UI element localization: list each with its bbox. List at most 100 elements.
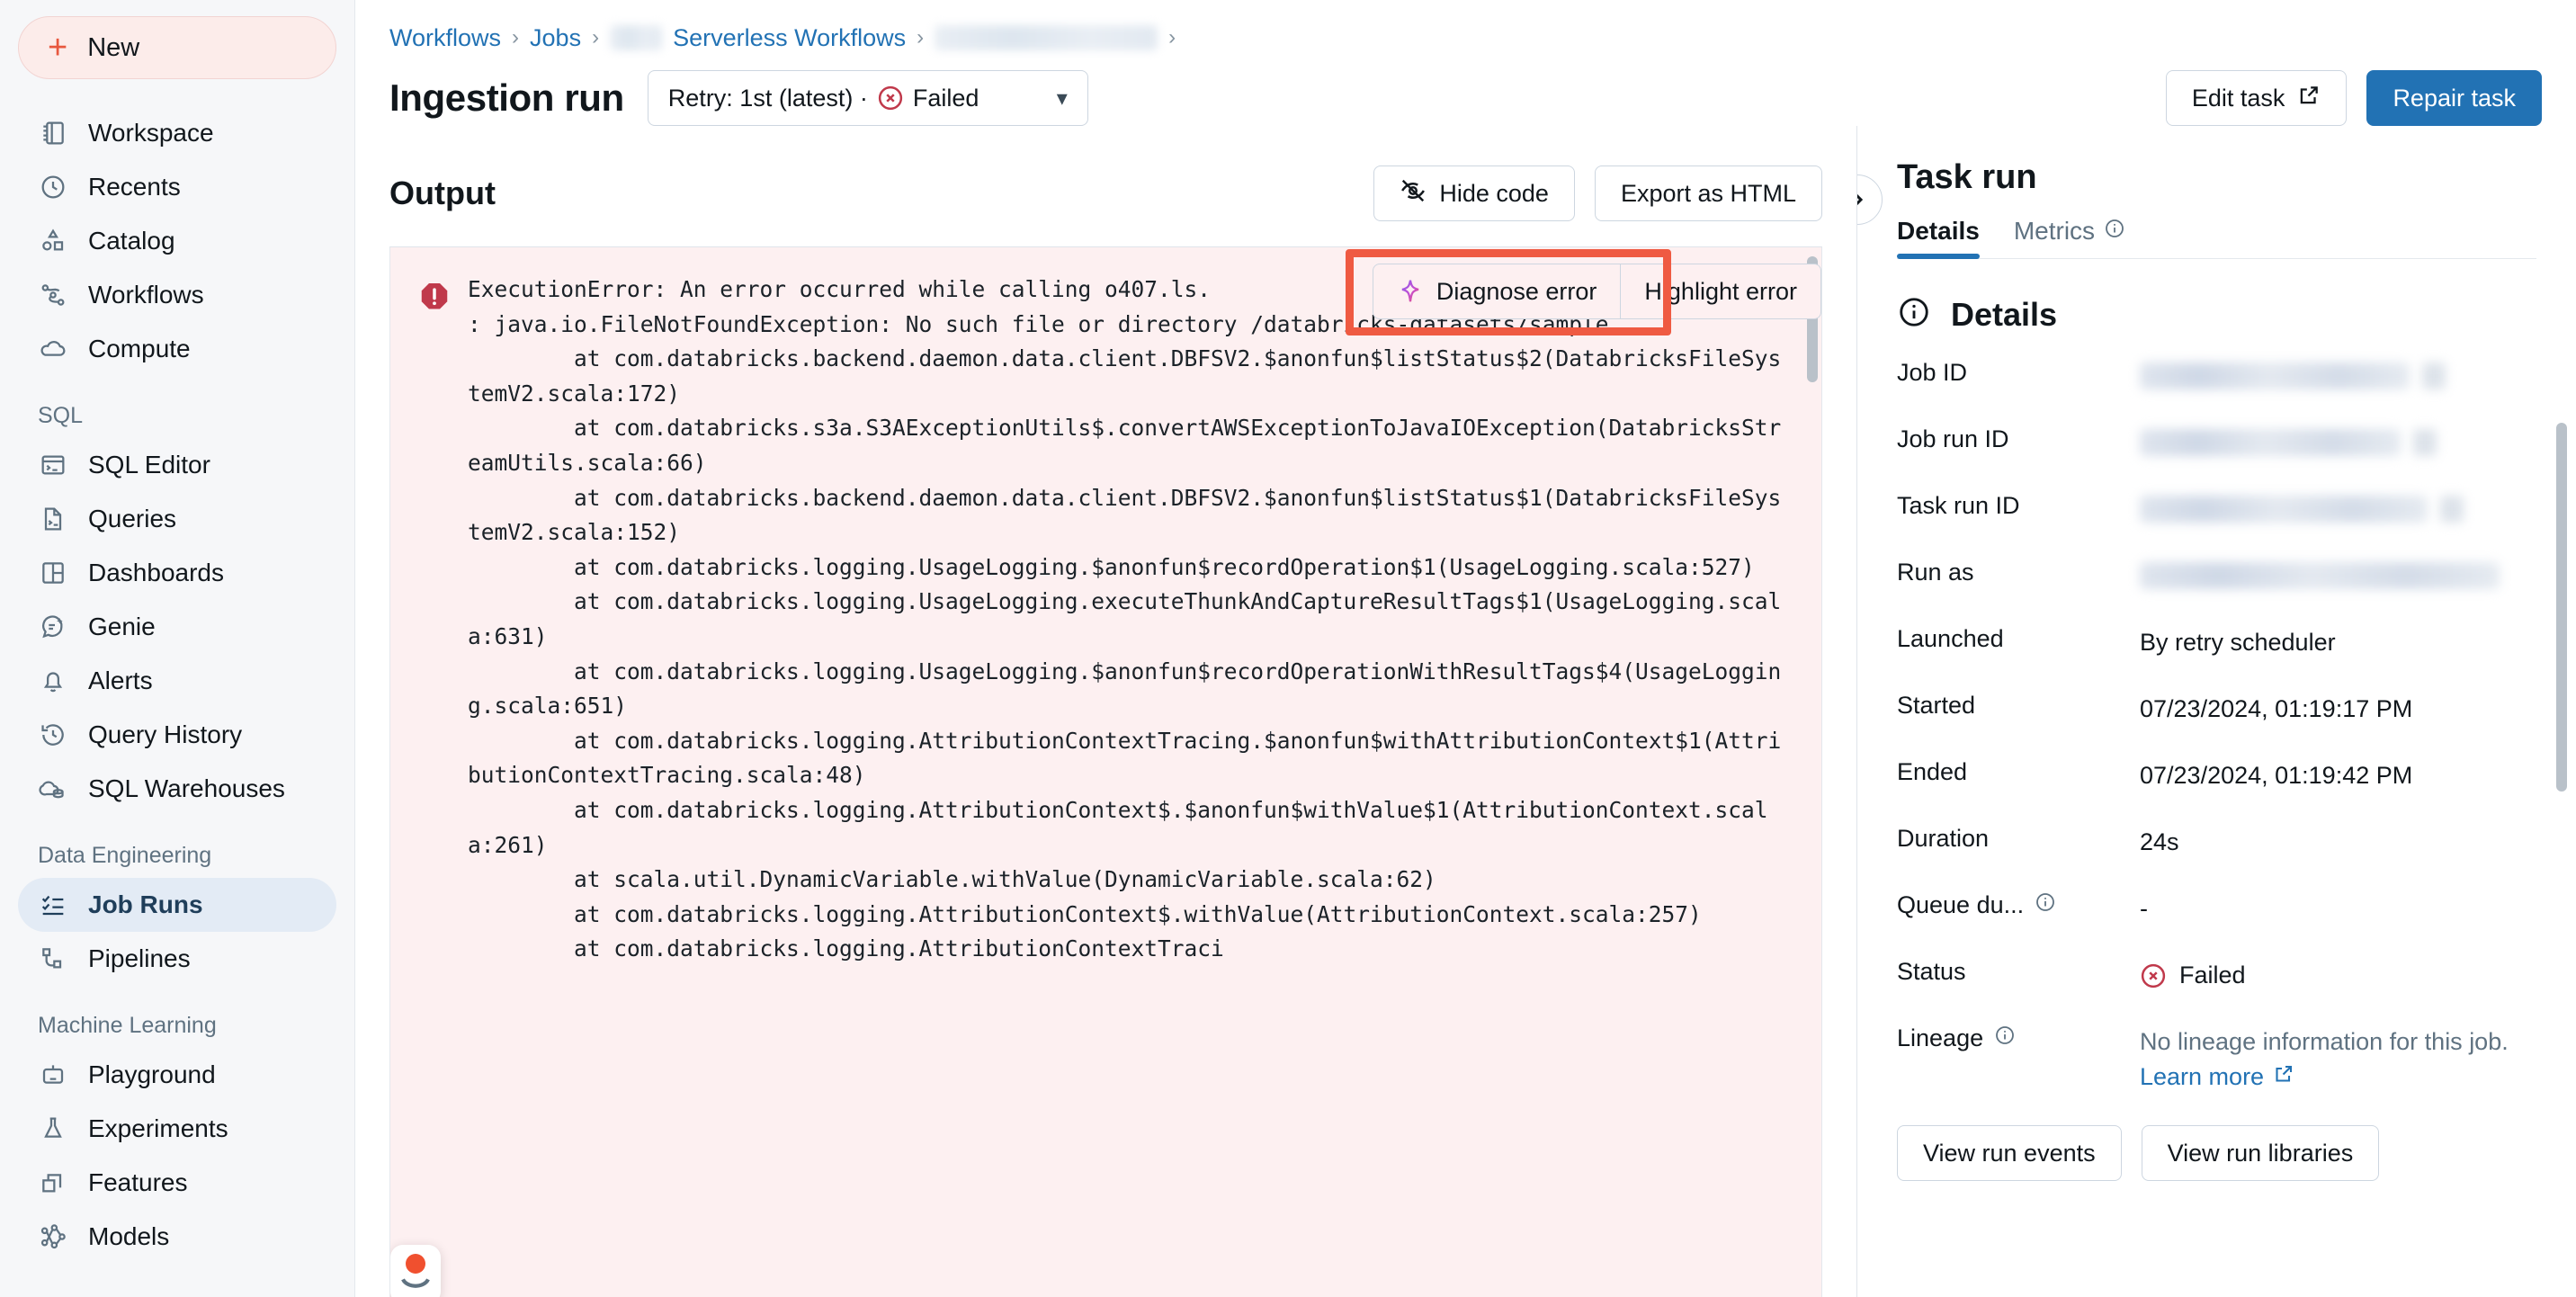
- task-run-panel: Task run Details Metrics Details Job ID: [1856, 126, 2576, 1297]
- new-button[interactable]: + New: [18, 16, 336, 79]
- output-title: Output: [389, 174, 496, 211]
- sidebar-item-label: Workflows: [88, 281, 204, 309]
- sidebar-item-compute[interactable]: Compute: [18, 322, 336, 376]
- view-run-libraries-label: View run libraries: [2167, 1139, 2354, 1167]
- sidebar-item-label: Experiments: [88, 1114, 228, 1142]
- sidebar-item-models[interactable]: Models: [18, 1210, 336, 1264]
- dashboard-grid-icon: [38, 558, 68, 588]
- view-run-events-button[interactable]: View run events: [1897, 1125, 2122, 1181]
- workspace-icon: [38, 118, 68, 148]
- sidebar-item-genie[interactable]: Genie: [18, 600, 336, 654]
- detail-value: 07/23/2024, 01:19:17 PM: [2140, 695, 2413, 722]
- history-icon: [38, 720, 68, 750]
- detail-row-queue-duration: Queue du... -: [1897, 882, 2536, 949]
- sidebar-item-catalog[interactable]: Catalog: [18, 214, 336, 268]
- sidebar-item-queries[interactable]: Queries: [18, 492, 336, 546]
- detail-row-task-run-id: Task run ID: [1897, 483, 2536, 550]
- error-octagon-icon: [417, 280, 452, 967]
- detail-label: Duration: [1897, 825, 1990, 852]
- export-label: Export as HTML: [1620, 179, 1796, 207]
- sidebar-item-workspace[interactable]: Workspace: [18, 106, 336, 160]
- output-actions: Hide code Export as HTML: [1373, 165, 1822, 221]
- detail-label: Lineage: [1897, 1024, 2140, 1052]
- learn-more-link[interactable]: Learn more: [2140, 1060, 2294, 1095]
- sidebar-item-workflows[interactable]: Workflows: [18, 268, 336, 322]
- sidebar-item-recents[interactable]: Recents: [18, 160, 336, 214]
- error-hover-actions: Diagnose error Highlight error: [1345, 249, 1821, 335]
- sidebar-item-label: Recents: [88, 173, 181, 201]
- output-header: Output Hide code Export as HTML: [389, 162, 1822, 225]
- sidebar-item-pipelines[interactable]: Pipelines: [18, 932, 336, 986]
- edit-task-button[interactable]: Edit task: [2165, 70, 2348, 126]
- top-actions: Edit task Repair task: [2165, 70, 2542, 126]
- app-root: + New Workspace Recents Catalog Workflow…: [0, 0, 2576, 1297]
- diagnose-error-button[interactable]: Diagnose error: [1372, 264, 1622, 319]
- sidebar-item-experiments[interactable]: Experiments: [18, 1102, 336, 1156]
- failed-status-icon: [877, 85, 904, 112]
- info-icon: [2104, 217, 2125, 246]
- learn-more-label: Learn more: [2140, 1063, 2265, 1090]
- sidebar-item-job-runs[interactable]: Job Runs: [18, 878, 336, 932]
- sidebar-item-alerts[interactable]: Alerts: [18, 654, 336, 708]
- copy-icon[interactable]: [2413, 429, 2437, 456]
- detail-row-ended: Ended 07/23/2024, 01:19:42 PM: [1897, 749, 2536, 816]
- sidebar-item-playground[interactable]: Playground: [18, 1048, 336, 1102]
- breadcrumb-item-serverless-workflows[interactable]: Serverless Workflows: [673, 24, 906, 52]
- info-icon[interactable]: [1994, 1024, 2016, 1052]
- robot-icon: [38, 1060, 68, 1090]
- breadcrumb-item-redacted[interactable]: [610, 25, 663, 50]
- sidebar-item-label: Compute: [88, 335, 191, 362]
- cloud-icon: [38, 334, 68, 364]
- sidebar-item-label: Playground: [88, 1060, 216, 1088]
- sidebar-section-sql: SQL: [38, 403, 84, 428]
- task-run-buttons: View run events View run libraries: [1897, 1125, 2536, 1181]
- info-icon[interactable]: [2035, 891, 2056, 919]
- breadcrumb: Workflows › Jobs › Serverless Workflows …: [389, 20, 2542, 56]
- breadcrumb-separator: ›: [1168, 25, 1176, 49]
- view-run-libraries-button[interactable]: View run libraries: [2141, 1125, 2380, 1181]
- copy-icon[interactable]: [2440, 496, 2464, 523]
- status-badge: Failed: [2140, 958, 2246, 993]
- terminal-window-icon: [38, 450, 68, 480]
- details-scrollbar[interactable]: [2556, 423, 2567, 792]
- page-title: Ingestion run: [389, 76, 624, 119]
- breadcrumb-item-jobs[interactable]: Jobs: [530, 24, 581, 52]
- collapse-panel-button[interactable]: [1857, 174, 1883, 225]
- main-area: Workflows › Jobs › Serverless Workflows …: [355, 0, 2576, 1297]
- tab-details-label: Details: [1897, 217, 1980, 245]
- breadcrumb-item-workflows[interactable]: Workflows: [389, 24, 501, 52]
- tab-metrics[interactable]: Metrics: [2014, 217, 2125, 258]
- tab-details[interactable]: Details: [1897, 217, 1980, 259]
- catalog-icon: [38, 226, 68, 256]
- sidebar-item-features[interactable]: Features: [18, 1156, 336, 1210]
- external-link-icon: [2273, 1060, 2294, 1095]
- sidebar-item-label: Features: [88, 1168, 188, 1196]
- workflows-icon: [38, 280, 68, 310]
- sidebar-item-dashboards[interactable]: Dashboards: [18, 546, 336, 600]
- hide-code-button[interactable]: Hide code: [1373, 165, 1575, 221]
- sidebar-item-label: Models: [88, 1222, 170, 1250]
- detail-value: -: [2140, 895, 2148, 922]
- sidebar-item-sql-editor[interactable]: SQL Editor: [18, 438, 336, 492]
- highlight-error-button[interactable]: Highlight error: [1621, 264, 1821, 319]
- detail-row-duration: Duration 24s: [1897, 816, 2536, 882]
- repair-task-button[interactable]: Repair task: [2366, 70, 2542, 126]
- sidebar-item-label: Queries: [88, 505, 177, 532]
- detail-label: Job run ID: [1897, 425, 2009, 452]
- export-as-html-button[interactable]: Export as HTML: [1594, 165, 1822, 221]
- sidebar-item-sql-warehouses[interactable]: SQL Warehouses: [18, 762, 336, 816]
- assistant-widget[interactable]: [390, 1245, 441, 1297]
- detail-row-status: Status Failed: [1897, 949, 2536, 1015]
- detail-label: Run as: [1897, 559, 1974, 586]
- bell-icon: [38, 666, 68, 696]
- detail-value: By retry scheduler: [2140, 629, 2336, 656]
- sidebar-item-query-history[interactable]: Query History: [18, 708, 336, 762]
- topbar: Workflows › Jobs › Serverless Workflows …: [355, 0, 2576, 126]
- copy-icon[interactable]: [2422, 362, 2446, 389]
- retry-selector[interactable]: Retry: 1st (latest) · Failed ▾: [647, 70, 1088, 126]
- assistant-dot-icon: [406, 1254, 425, 1274]
- detail-row-lineage: Lineage No lineage information for this …: [1897, 1015, 2536, 1095]
- details-section-header: Details: [1897, 295, 2536, 334]
- lineage-message: No lineage information for this job.: [2140, 1028, 2509, 1055]
- breadcrumb-item-redacted[interactable]: [935, 25, 1158, 50]
